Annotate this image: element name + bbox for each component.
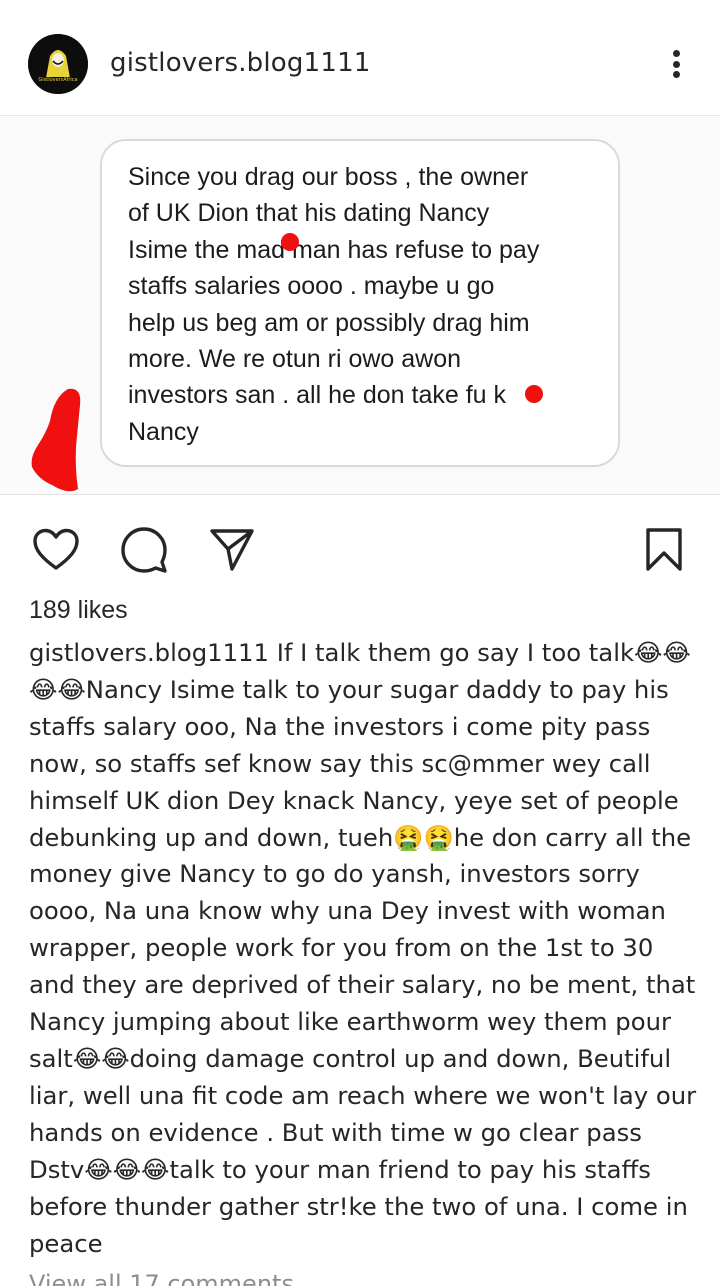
comment-button[interactable]: [118, 524, 170, 576]
post-caption: gistlovers.blog1111 If I talk them go sa…: [29, 635, 699, 1262]
post-username[interactable]: gistlovers.blog1111: [110, 48, 371, 78]
more-vertical-icon: [672, 50, 680, 57]
red-censor-dot: [281, 233, 299, 251]
heart-icon: [33, 528, 79, 570]
share-button[interactable]: [206, 524, 258, 576]
message-text: Since you drag our boss , the owner of U…: [128, 163, 540, 446]
likes-count[interactable]: 189 likes: [29, 596, 128, 625]
post-image[interactable]: Since you drag our boss , the owner of U…: [0, 117, 720, 495]
avatar[interactable]: GistloversAfrica: [28, 34, 88, 94]
more-dot: [672, 71, 680, 78]
bookmark-icon: [646, 528, 682, 571]
like-button[interactable]: [30, 524, 82, 576]
post-actions: [0, 524, 720, 580]
view-comments-link[interactable]: View all 17 comments: [29, 1270, 294, 1286]
svg-text:GistloversAfrica: GistloversAfrica: [38, 77, 77, 83]
save-button[interactable]: [638, 524, 690, 576]
red-marker-scribble: [31, 388, 81, 492]
caption-text: If I talk them go say I too talk😂😂😂😂Nanc…: [29, 638, 697, 1258]
comment-icon: [121, 527, 167, 573]
post-header: GistloversAfrica gistlovers.blog1111: [0, 0, 720, 116]
message-bubble: Since you drag our boss , the owner of U…: [100, 139, 620, 467]
more-dot: [672, 60, 680, 68]
more-options-button[interactable]: [660, 44, 692, 84]
caption-username[interactable]: gistlovers.blog1111: [29, 638, 269, 667]
send-icon: [210, 529, 254, 571]
avatar-logo-icon: GistloversAfrica: [28, 34, 88, 94]
red-censor-dot: [525, 385, 543, 403]
